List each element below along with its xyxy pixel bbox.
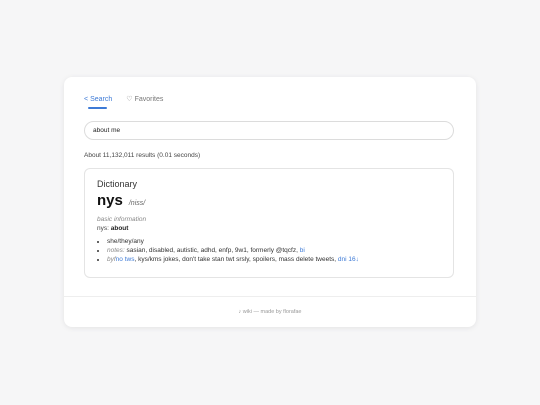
sense-label: basic information [97,216,147,223]
results-count: About 11,132,011 results (0.01 seconds) [84,152,201,159]
byf-link[interactable]: no tws [116,256,135,263]
pronunciation: /niss/ [128,200,146,207]
dictionary-word: nys [97,192,123,209]
footer-credit: ♪ wiki — made by florafae [238,309,302,315]
list-item-notes: notes: sasian, disabled, autistic, adhd,… [107,247,441,254]
byf-label: byf [107,256,116,263]
dictionary-panel: Dictionary nys /niss/ basic information … [84,168,454,278]
tab-bar: < Search ♡ Favorites [84,95,164,104]
info-list: she/they/any notes: sasian, disabled, au… [97,238,441,263]
search-input[interactable] [84,121,454,140]
tab-search-label: Search [90,95,113,103]
list-item-pronouns: she/they/any [107,238,441,245]
heart-icon: ♡ [126,96,133,103]
list-item-byf: byfno tws, kys/kms jokes, don't take sta… [107,256,441,263]
notes-label: notes: [107,247,125,254]
main-card: < Search ♡ Favorites About 11,132,011 re… [64,77,476,327]
pronouns-text: she/they/any [107,238,144,245]
chevron-left-icon: < [84,95,89,103]
notes-link[interactable]: bi [300,247,305,254]
footer-divider [64,296,476,297]
dni-link[interactable]: dni 16↓ [338,256,359,263]
tab-favorites-label: Favorites [134,95,164,103]
word-row: nys /niss/ [97,192,441,209]
tab-search[interactable]: < Search [84,95,112,103]
tab-favorites[interactable]: ♡ Favorites [126,95,164,104]
byf-text: , kys/kms jokes, don't take stan twt srs… [134,256,337,263]
definition: nys: about [97,225,441,232]
definition-word: about [110,225,129,232]
definition-prefix: nys: [97,225,109,232]
dictionary-heading: Dictionary [97,179,138,189]
notes-text: sasian, disabled, autistic, adhd, enfp, … [126,247,298,254]
active-tab-indicator [88,107,107,109]
